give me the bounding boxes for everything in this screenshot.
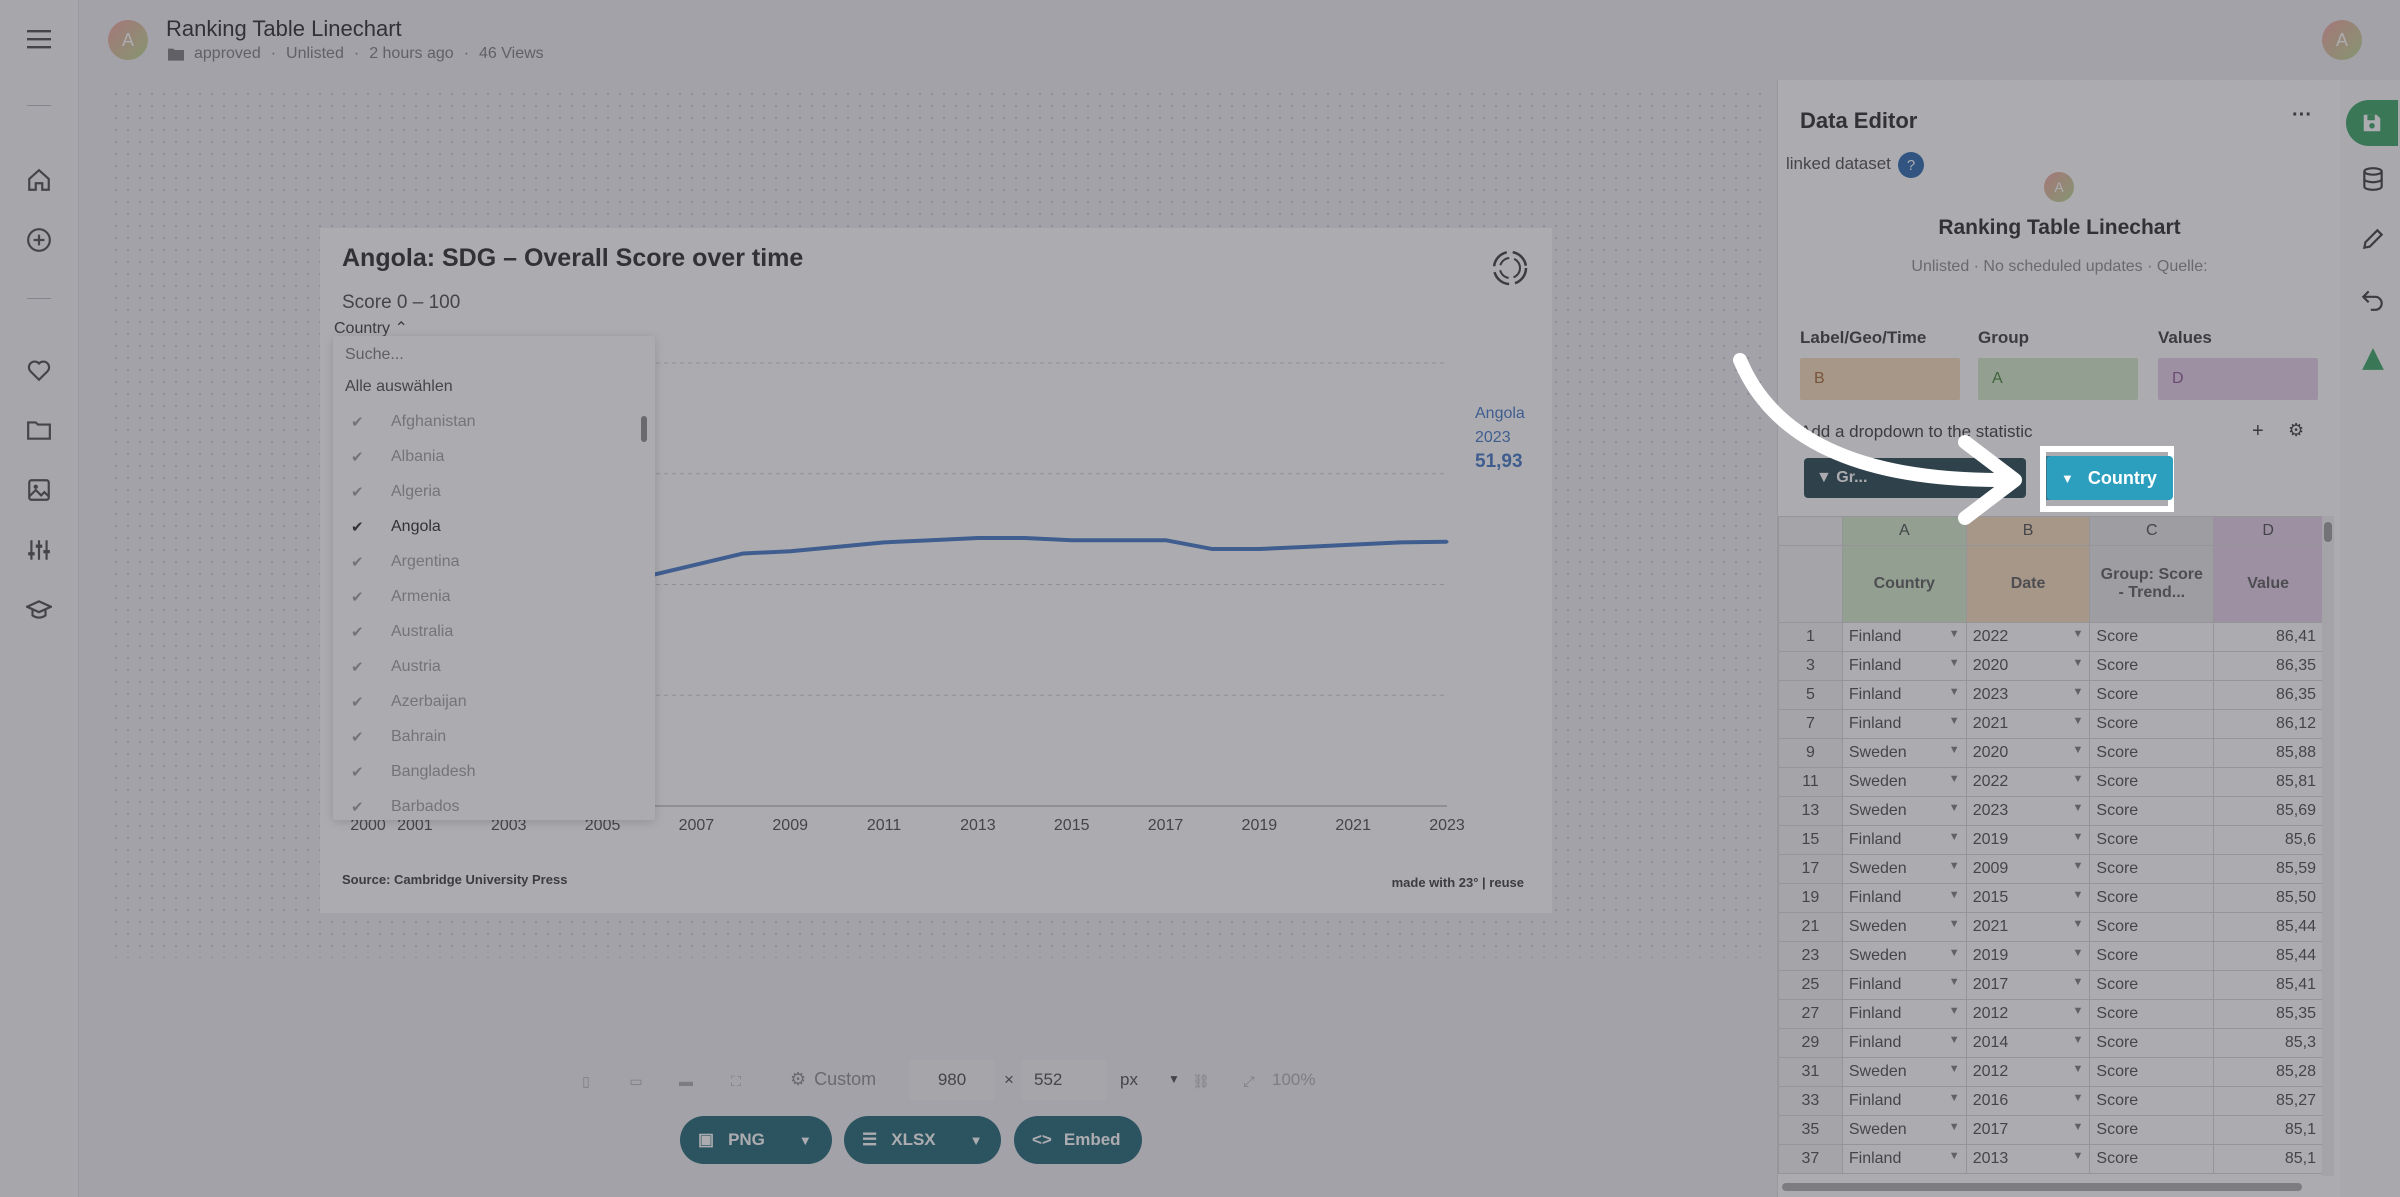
country-filter-highlight[interactable]: ▼ Country	[2047, 456, 2173, 500]
tutorial-overlay	[0, 0, 2400, 1197]
tutorial-arrow	[1733, 353, 2022, 525]
filter-icon: ▼	[2061, 470, 2074, 486]
